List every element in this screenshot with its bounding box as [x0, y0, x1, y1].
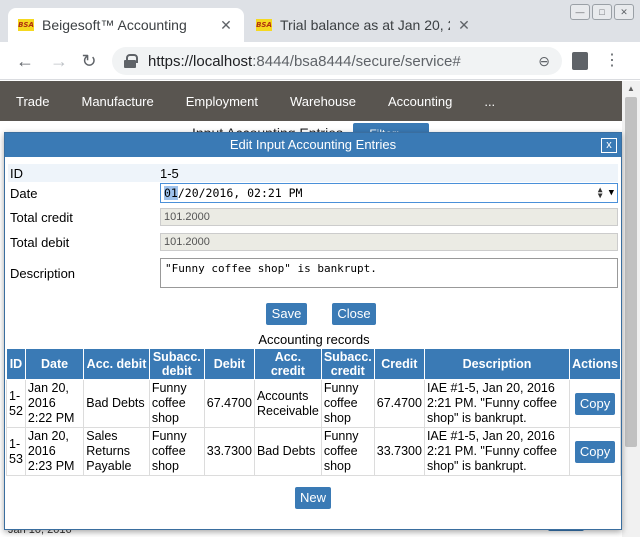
cell-subacc-debit: Funny coffee shop [148, 427, 205, 476]
cell-debit: 33.7300 [203, 427, 255, 476]
bsa-favicon-icon: BSA [256, 19, 272, 31]
scroll-up-icon[interactable]: ▲ [622, 81, 640, 97]
total-credit-label: Total credit [10, 209, 73, 225]
table-row: 1-52 Jan 20, 2016 2:22 PM Bad Debts Funn… [6, 379, 621, 428]
cell-credit: 33.7300 [373, 427, 425, 476]
page-scrollbar[interactable]: ▲ [622, 81, 640, 537]
total-credit-field: 101.2000 [160, 208, 618, 226]
zoom-icon[interactable]: ⊖ [538, 53, 550, 70]
window-close-icon[interactable]: ✕ [614, 4, 634, 20]
cell-description: IAE #1-5, Jan 20, 2016 2:21 PM. "Funny c… [423, 427, 571, 476]
description-textarea[interactable]: "Funny coffee shop" is bankrupt. [160, 258, 618, 288]
cell-credit: 67.4700 [373, 379, 425, 428]
nav-item-trade[interactable]: Trade [0, 94, 65, 109]
dialog-header: Edit Input Accounting Entries x [5, 133, 621, 157]
url-path: :8444/bsa8444/secure/service# [252, 52, 461, 70]
minimize-icon[interactable]: — [570, 4, 590, 20]
extension-icon[interactable] [572, 52, 588, 70]
cell-debit: 67.4700 [203, 379, 255, 428]
description-row: Description "Funny coffee shop" is bankr… [8, 258, 618, 288]
col-subacc-debit: Subacc. debit [148, 348, 205, 380]
col-acc-credit: Acc. credit [253, 348, 322, 380]
col-subacc-credit: Subacc. credit [320, 348, 375, 380]
lock-icon [124, 54, 138, 68]
browser-tabstrip: BSA Beigesoft™ Accounting ✕ BSA Trial ba… [0, 0, 640, 42]
browser-toolbar: ← → ↻ https://localhost:8444/bsa8444/sec… [0, 42, 640, 80]
col-debit: Debit [203, 348, 255, 380]
nav-item-manufacture[interactable]: Manufacture [65, 94, 169, 109]
date-dropdown-icon[interactable]: ▼ [609, 188, 614, 198]
window-controls: — □ ✕ [570, 4, 634, 20]
date-label: Date [10, 185, 38, 201]
cell-date: Jan 20, 2016 2:22 PM [24, 379, 85, 428]
tab-title: Trial balance as at Jan 20, 2016 [280, 17, 450, 33]
back-arrow-icon[interactable]: ← [14, 50, 36, 72]
new-button[interactable]: New [295, 487, 331, 509]
date-input[interactable]: 01/20/2016, 02:21 PM ▲ ▼ ▼ [160, 183, 618, 203]
cell-actions: Copy [569, 427, 621, 476]
scroll-thumb[interactable] [625, 97, 637, 447]
tab-title: Beigesoft™ Accounting [42, 17, 187, 33]
browser-tab-accounting[interactable]: BSA Beigesoft™ Accounting ✕ [8, 8, 244, 42]
col-description: Description [423, 348, 571, 380]
cell-subacc-credit: Funny coffee shop [320, 427, 375, 476]
col-credit: Credit [373, 348, 425, 380]
date-rest: /20/2016, 02:21 PM [177, 186, 303, 200]
id-row: ID 1-5 [8, 164, 618, 182]
table-row: 1-53 Jan 20, 2016 2:23 PM Sales Returns … [6, 427, 621, 476]
date-month-segment[interactable]: 01 [164, 186, 178, 200]
cell-acc-credit: Accounts Receivable [253, 379, 322, 428]
cell-subacc-debit: Funny coffee shop [148, 379, 205, 428]
dialog-title: Edit Input Accounting Entries [229, 137, 397, 152]
app-nav: Trade Manufacture Employment Warehouse A… [0, 81, 622, 121]
cell-description: IAE #1-5, Jan 20, 2016 2:21 PM. "Funny c… [423, 379, 571, 428]
cell-subacc-credit: Funny coffee shop [320, 379, 375, 428]
col-date: Date [24, 348, 85, 380]
edit-entries-dialog: Edit Input Accounting Entries x ID 1-5 D… [4, 132, 622, 530]
dialog-close-icon[interactable]: x [601, 138, 617, 153]
description-label: Description [10, 265, 76, 281]
nav-item-more[interactable]: ... [468, 94, 511, 109]
accounting-records-table: ID Date Acc. debit Subacc. debit Debit A… [6, 348, 621, 476]
cell-acc-debit: Bad Debts [83, 379, 150, 428]
copy-button[interactable]: Copy [575, 392, 616, 415]
cell-actions: Copy [569, 379, 621, 428]
total-debit-field: 101.2000 [160, 233, 618, 251]
browser-menu-icon[interactable]: ⋮ [604, 50, 620, 70]
copy-button[interactable]: Copy [575, 440, 616, 463]
col-id: ID [6, 348, 26, 380]
date-spinner-icon[interactable]: ▲ ▼ [598, 186, 603, 200]
tab-close-icon[interactable]: ✕ [456, 17, 472, 33]
nav-item-employment[interactable]: Employment [170, 94, 274, 109]
cell-acc-credit: Bad Debts [253, 427, 322, 476]
maximize-icon[interactable]: □ [592, 4, 612, 20]
records-title: Accounting records [258, 332, 370, 347]
id-value: 1-5 [160, 165, 179, 181]
date-row: Date 01/20/2016, 02:21 PM ▲ ▼ ▼ [8, 183, 618, 203]
col-acc-debit: Acc. debit [83, 348, 150, 380]
save-button[interactable]: Save [266, 303, 307, 325]
cell-id: 1-52 [6, 379, 26, 428]
id-label: ID [10, 165, 23, 181]
cell-date: Jan 20, 2016 2:23 PM [24, 427, 85, 476]
col-actions: Actions [569, 348, 621, 380]
debit-row: Total debit 101.2000 [8, 233, 618, 251]
table-header-row: ID Date Acc. debit Subacc. debit Debit A… [6, 348, 621, 380]
tab-close-icon[interactable]: ✕ [218, 17, 234, 33]
url-host: https://localhost [148, 52, 253, 70]
close-button[interactable]: Close [332, 303, 376, 325]
nav-item-accounting[interactable]: Accounting [372, 94, 468, 109]
bsa-favicon-icon: BSA [18, 19, 34, 31]
total-debit-label: Total debit [10, 234, 70, 250]
cell-acc-debit: Sales Returns Payable [83, 427, 150, 476]
browser-tab-trial-balance[interactable]: BSA Trial balance as at Jan 20, 2016 ✕ [246, 8, 482, 42]
reload-icon[interactable]: ↻ [78, 50, 100, 72]
nav-item-warehouse[interactable]: Warehouse [274, 94, 372, 109]
forward-arrow-icon[interactable]: → [48, 50, 70, 72]
cell-id: 1-53 [6, 427, 26, 476]
credit-row: Total credit 101.2000 [8, 208, 618, 226]
address-bar[interactable]: https://localhost:8444/bsa8444/secure/se… [112, 47, 562, 75]
